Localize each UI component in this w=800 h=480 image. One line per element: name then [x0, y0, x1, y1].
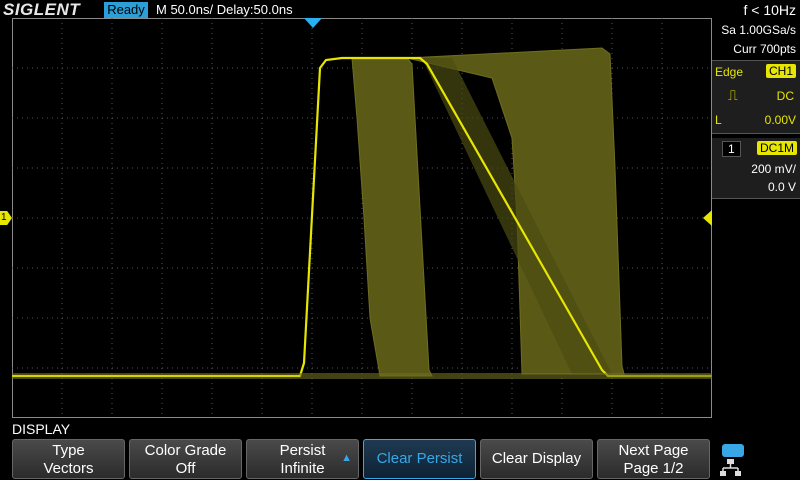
clear-display-softkey[interactable]: Clear Display	[480, 439, 593, 479]
type-softkey[interactable]: Type Vectors	[12, 439, 125, 479]
trigger-panel[interactable]: Edge CH1 ⎍ DC L 0.00V	[712, 60, 800, 134]
channel1-panel[interactable]: 1 DC1M 200 mV/ 0.0 V	[712, 138, 800, 199]
channel-offset: 0.0 V	[767, 180, 796, 194]
trigger-position-marker[interactable]	[304, 18, 322, 28]
submenu-arrow-icon: ▲	[341, 452, 352, 464]
softkey-bar: Type Vectors Color Grade Off Persist Inf…	[12, 439, 800, 480]
persist-softkey[interactable]: Persist Infinite ▲	[246, 439, 359, 479]
menu-title: DISPLAY	[12, 421, 71, 437]
rising-edge-icon: ⎍	[728, 87, 738, 103]
sample-rate: Sa 1.00GSa/s	[721, 23, 796, 37]
trigger-level-prefix: L	[715, 113, 722, 127]
acquisition-status-badge: Ready	[104, 2, 148, 18]
memory-depth: Curr 700pts	[733, 42, 796, 56]
trigger-source-badge: CH1	[765, 64, 796, 78]
info-panel: Sa 1.00GSa/s Curr 700pts Edge CH1 ⎍ DC L…	[712, 20, 800, 420]
next-page-softkey[interactable]: Next Page Page 1/2	[597, 439, 710, 479]
ch1-offset-marker[interactable]: 1	[0, 211, 12, 225]
next-page-label: Next Page	[618, 442, 689, 459]
channel-coupling-badge: DC1M	[756, 141, 797, 155]
trigger-coupling: DC	[776, 89, 794, 103]
trigger-type-label: Edge	[715, 65, 744, 79]
persist-envelope-left	[351, 57, 433, 377]
color-grade-value: Off	[175, 460, 196, 477]
trigger-level-marker[interactable]	[703, 210, 712, 226]
frequency-counter: f < 10Hz	[743, 2, 796, 18]
type-value: Vectors	[43, 460, 94, 477]
network-icon	[720, 459, 741, 476]
type-label: Type	[52, 442, 85, 459]
status-bar: SIGLENT Ready M 50.0ns/ Delay:50.0ns f <…	[0, 0, 800, 20]
brand-logo: SIGLENT	[3, 0, 81, 19]
clear-persist-softkey[interactable]: Clear Persist	[363, 439, 476, 479]
color-grade-label: Color Grade	[144, 442, 227, 459]
channel-scale: 200 mV/	[751, 162, 796, 176]
waveform-display[interactable]	[12, 18, 712, 418]
page-indicator: Page 1/2	[623, 460, 684, 477]
timebase-readout: M 50.0ns/ Delay:50.0ns	[156, 2, 293, 17]
color-grade-softkey[interactable]: Color Grade Off	[129, 439, 242, 479]
usb-icon	[722, 444, 744, 457]
trigger-level-value: 0.00V	[764, 113, 796, 127]
channel-number: 1	[722, 141, 741, 157]
system-status-icons	[720, 442, 744, 478]
waveform-plot	[12, 18, 712, 418]
